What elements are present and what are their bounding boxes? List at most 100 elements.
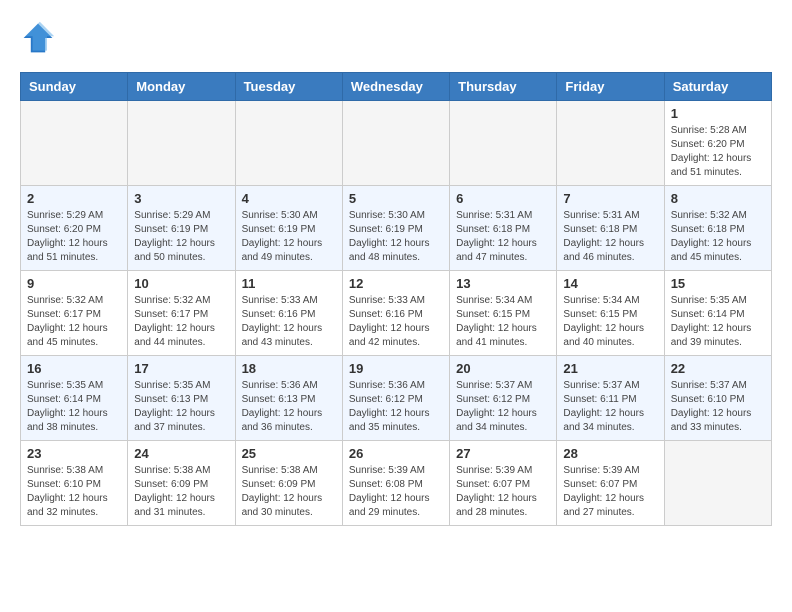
- logo-icon: [20, 20, 56, 56]
- day-number: 7: [563, 191, 657, 206]
- header: [20, 20, 772, 56]
- day-cell: 26Sunrise: 5:39 AMSunset: 6:08 PMDayligh…: [342, 441, 449, 526]
- day-number: 2: [27, 191, 121, 206]
- day-info: Sunrise: 5:37 AMSunset: 6:10 PMDaylight:…: [671, 379, 765, 435]
- day-info: Sunrise: 5:39 AMSunset: 6:07 PMDaylight:…: [563, 464, 657, 520]
- day-number: 19: [349, 361, 443, 376]
- day-header-tuesday: Tuesday: [235, 73, 342, 101]
- day-info: Sunrise: 5:38 AMSunset: 6:10 PMDaylight:…: [27, 464, 121, 520]
- day-number: 12: [349, 276, 443, 291]
- day-cell: [21, 101, 128, 186]
- day-number: 15: [671, 276, 765, 291]
- day-number: 26: [349, 446, 443, 461]
- day-info: Sunrise: 5:31 AMSunset: 6:18 PMDaylight:…: [456, 209, 550, 265]
- day-info: Sunrise: 5:31 AMSunset: 6:18 PMDaylight:…: [563, 209, 657, 265]
- day-cell: 25 Sunrise: 5:38 AMSunset: 6:09 PMDayligh…: [235, 441, 342, 526]
- day-info: Sunrise: 5:35 AMSunset: 6:14 PMDaylight:…: [671, 294, 765, 350]
- week-row-1: 1 Sunrise: 5:28 AMSunset: 6:20 PMDaylight…: [21, 101, 772, 186]
- day-header-friday: Friday: [557, 73, 664, 101]
- day-number: 28: [563, 446, 657, 461]
- day-cell: 27 Sunrise: 5:39 AMSunset: 6:07 PMDayligh…: [450, 441, 557, 526]
- day-cell: 5 Sunrise: 5:30 AMSunset: 6:19 PMDaylight…: [342, 186, 449, 271]
- day-number: 18: [242, 361, 336, 376]
- day-info: Sunrise: 5:37 AMSunset: 6:11 PMDaylight:…: [563, 379, 657, 435]
- day-cell: 21 Sunrise: 5:37 AMSunset: 6:11 PMDayligh…: [557, 356, 664, 441]
- day-number: 27: [456, 446, 550, 461]
- day-number: 1: [671, 106, 765, 121]
- logo: [20, 20, 62, 56]
- day-cell: 7 Sunrise: 5:31 AMSunset: 6:18 PMDaylight…: [557, 186, 664, 271]
- week-row-2: 2 Sunrise: 5:29 AMSunset: 6:20 PMDaylight…: [21, 186, 772, 271]
- day-number: 5: [349, 191, 443, 206]
- week-row-4: 16 Sunrise: 5:35 AMSunset: 6:14 PMDayligh…: [21, 356, 772, 441]
- day-cell: 23 Sunrise: 5:38 AMSunset: 6:10 PMDayligh…: [21, 441, 128, 526]
- day-cell: 8 Sunrise: 5:32 AMSunset: 6:18 PMDaylight…: [664, 186, 771, 271]
- day-cell: [557, 101, 664, 186]
- day-number: 10: [134, 276, 228, 291]
- day-info: Sunrise: 5:34 AMSunset: 6:15 PMDaylight:…: [456, 294, 550, 350]
- day-cell: [450, 101, 557, 186]
- calendar: SundayMondayTuesdayWednesdayThursdayFrid…: [20, 72, 772, 526]
- day-number: 4: [242, 191, 336, 206]
- day-cell: 12 Sunrise: 5:33 AMSunset: 6:16 PMDayligh…: [342, 271, 449, 356]
- day-number: 21: [563, 361, 657, 376]
- day-cell: 17 Sunrise: 5:35 AMSunset: 6:13 PMDayligh…: [128, 356, 235, 441]
- day-info: Sunrise: 5:35 AMSunset: 6:14 PMDaylight:…: [27, 379, 121, 435]
- day-number: 9: [27, 276, 121, 291]
- day-info: Sunrise: 5:35 AMSunset: 6:13 PMDaylight:…: [134, 379, 228, 435]
- day-cell: 28 Sunrise: 5:39 AMSunset: 6:07 PMDayligh…: [557, 441, 664, 526]
- day-number: 8: [671, 191, 765, 206]
- day-number: 22: [671, 361, 765, 376]
- day-info: Sunrise: 5:34 AMSunset: 6:15 PMDaylight:…: [563, 294, 657, 350]
- day-header-sunday: Sunday: [21, 73, 128, 101]
- day-cell: 20 Sunrise: 5:37 AMSunset: 6:12 PMDayligh…: [450, 356, 557, 441]
- day-cell: [128, 101, 235, 186]
- day-info: Sunrise: 5:28 AMSunset: 6:20 PMDaylight:…: [671, 124, 765, 180]
- day-info: Sunrise: 5:36 AMSunset: 6:13 PMDaylight:…: [242, 379, 336, 435]
- day-number: 23: [27, 446, 121, 461]
- day-cell: 11 Sunrise: 5:33 AMSunset: 6:16 PMDayligh…: [235, 271, 342, 356]
- day-cell: 15 Sunrise: 5:35 AMSunset: 6:14 PMDayligh…: [664, 271, 771, 356]
- day-cell: 13 Sunrise: 5:34 AMSunset: 6:15 PMDayligh…: [450, 271, 557, 356]
- day-info: Sunrise: 5:33 AMSunset: 6:16 PMDaylight:…: [349, 294, 443, 350]
- week-row-3: 9 Sunrise: 5:32 AMSunset: 6:17 PMDaylight…: [21, 271, 772, 356]
- day-cell: 18 Sunrise: 5:36 AMSunset: 6:13 PMDayligh…: [235, 356, 342, 441]
- day-cell: 1 Sunrise: 5:28 AMSunset: 6:20 PMDaylight…: [664, 101, 771, 186]
- day-info: Sunrise: 5:38 AMSunset: 6:09 PMDaylight:…: [134, 464, 228, 520]
- day-info: Sunrise: 5:32 AMSunset: 6:18 PMDaylight:…: [671, 209, 765, 265]
- day-info: Sunrise: 5:32 AMSunset: 6:17 PMDaylight:…: [27, 294, 121, 350]
- day-info: Sunrise: 5:39 AMSunset: 6:07 PMDaylight:…: [456, 464, 550, 520]
- day-cell: 2 Sunrise: 5:29 AMSunset: 6:20 PMDaylight…: [21, 186, 128, 271]
- day-number: 3: [134, 191, 228, 206]
- day-info: Sunrise: 5:36 AMSunset: 6:12 PMDaylight:…: [349, 379, 443, 435]
- day-number: 11: [242, 276, 336, 291]
- day-cell: 9 Sunrise: 5:32 AMSunset: 6:17 PMDaylight…: [21, 271, 128, 356]
- day-cell: 10 Sunrise: 5:32 AMSunset: 6:17 PMDayligh…: [128, 271, 235, 356]
- day-info: Sunrise: 5:33 AMSunset: 6:16 PMDaylight:…: [242, 294, 336, 350]
- day-cell: 19 Sunrise: 5:36 AMSunset: 6:12 PMDayligh…: [342, 356, 449, 441]
- calendar-header-row: SundayMondayTuesdayWednesdayThursdayFrid…: [21, 73, 772, 101]
- day-header-saturday: Saturday: [664, 73, 771, 101]
- day-header-thursday: Thursday: [450, 73, 557, 101]
- day-cell: 6Sunrise: 5:31 AMSunset: 6:18 PMDaylight…: [450, 186, 557, 271]
- day-info: Sunrise: 5:29 AMSunset: 6:19 PMDaylight:…: [134, 209, 228, 265]
- day-header-wednesday: Wednesday: [342, 73, 449, 101]
- day-cell: [235, 101, 342, 186]
- day-info: Sunrise: 5:37 AMSunset: 6:12 PMDaylight:…: [456, 379, 550, 435]
- day-number: 25: [242, 446, 336, 461]
- day-cell: 24 Sunrise: 5:38 AMSunset: 6:09 PMDayligh…: [128, 441, 235, 526]
- day-info: Sunrise: 5:32 AMSunset: 6:17 PMDaylight:…: [134, 294, 228, 350]
- day-number: 17: [134, 361, 228, 376]
- day-cell: [342, 101, 449, 186]
- day-number: 16: [27, 361, 121, 376]
- day-number: 13: [456, 276, 550, 291]
- day-number: 24: [134, 446, 228, 461]
- day-info: Sunrise: 5:30 AMSunset: 6:19 PMDaylight:…: [242, 209, 336, 265]
- day-info: Sunrise: 5:38 AMSunset: 6:09 PMDaylight:…: [242, 464, 336, 520]
- week-row-5: 23 Sunrise: 5:38 AMSunset: 6:10 PMDayligh…: [21, 441, 772, 526]
- day-info: Sunrise: 5:29 AMSunset: 6:20 PMDaylight:…: [27, 209, 121, 265]
- day-info: Sunrise: 5:30 AMSunset: 6:19 PMDaylight:…: [349, 209, 443, 265]
- day-number: 14: [563, 276, 657, 291]
- day-number: 20: [456, 361, 550, 376]
- day-cell: [664, 441, 771, 526]
